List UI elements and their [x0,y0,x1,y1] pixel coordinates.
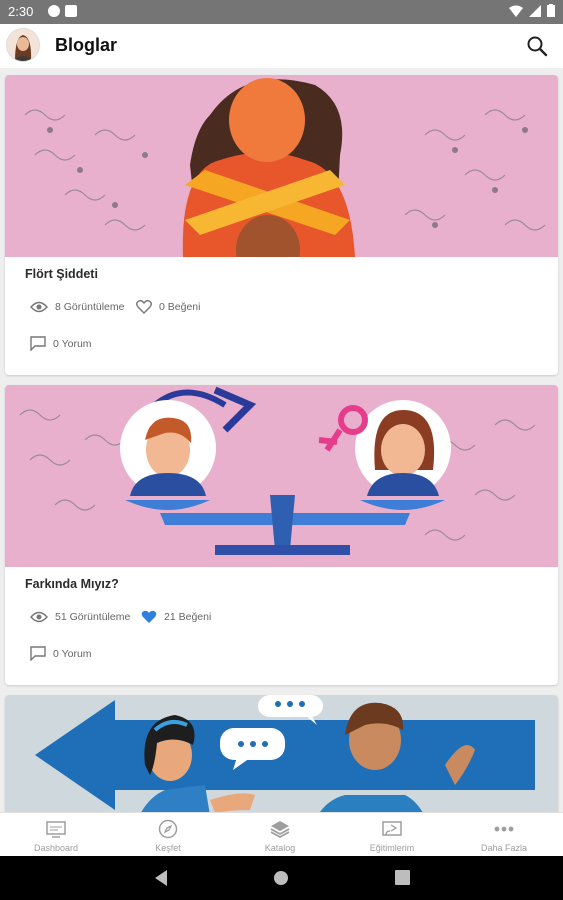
signal-icon [529,4,541,17]
more-icon [494,826,514,832]
cast-icon [382,821,402,836]
avatar[interactable] [6,28,40,62]
blog-title[interactable]: Farkında Mıyız? [25,577,119,591]
blog-cover-image [5,385,558,567]
nav-label-dashboard: Dashboard [33,843,79,853]
blog-cover-image [5,695,558,812]
wifi-icon [509,5,523,17]
search-icon[interactable] [525,34,549,58]
views-count: 8 Görüntüleme [55,301,125,313]
likes-count: 0 Beğeni [159,301,201,313]
system-navigation-bar [0,856,563,900]
page-title: Bloglar [55,35,118,55]
blog-card[interactable]: Farkında Mıyız? 51 Görüntüleme 21 Beğeni… [5,385,558,685]
blog-feed[interactable]: Flört Şiddeti 8 Görüntüleme 0 Beğeni 0 Y… [0,68,563,812]
nav-label-explore: Keşfet [155,843,181,853]
recents-icon[interactable] [395,870,410,885]
comments-stat[interactable]: 0 Yorum [30,336,92,351]
app-bar: Bloglar [0,24,563,68]
system-indicators [509,4,555,17]
status-time: 2:30 [8,4,34,19]
comments-stat[interactable]: 0 Yorum [30,646,92,661]
status-bar: 2:30 [0,0,563,24]
likes-count: 21 Beğeni [164,611,212,623]
views-count: 51 Görüntüleme [55,611,131,623]
heart-filled-icon[interactable] [141,610,157,624]
nav-item-my-trainings[interactable]: Eğitimlerim [336,813,448,857]
layers-icon [270,821,290,839]
notification-icons [48,5,77,17]
views-stat: 8 Görüntüleme [30,301,124,313]
bottom-navigation: Dashboard Keşfet Katalog Eğitimlerim Dah… [0,812,563,857]
dashboard-icon [46,821,66,838]
comments-count: 0 Yorum [53,647,92,660]
compass-icon [158,819,178,839]
nav-item-explore[interactable]: Keşfet [112,813,224,857]
views-stat: 51 Görüntüleme [30,611,130,623]
comment-icon[interactable] [30,646,46,661]
eye-icon [30,611,48,623]
sim-icon [65,5,77,17]
battery-icon [547,4,555,17]
nav-label-more: Daha Fazla [480,843,528,853]
nav-item-more[interactable]: Daha Fazla [448,813,560,857]
nav-label-my-trainings: Eğitimlerim [369,843,415,853]
eye-icon [30,301,48,313]
blog-card[interactable]: Flört Şiddeti 8 Görüntüleme 0 Beğeni 0 Y… [5,75,558,375]
blog-card[interactable] [5,695,558,812]
blog-cover-image [5,75,558,257]
comments-count: 0 Yorum [53,337,92,350]
notification-icon [48,5,60,17]
comment-icon[interactable] [30,336,46,351]
likes-stat[interactable]: 21 Beğeni [141,610,211,624]
home-icon[interactable] [273,870,289,886]
nav-label-catalog: Katalog [264,843,296,853]
likes-stat[interactable]: 0 Beğeni [136,300,200,314]
back-icon[interactable] [153,869,169,887]
blog-title[interactable]: Flört Şiddeti [25,267,98,281]
nav-item-dashboard[interactable]: Dashboard [0,813,112,857]
heart-icon[interactable] [136,300,152,314]
nav-item-catalog[interactable]: Katalog [224,813,336,857]
